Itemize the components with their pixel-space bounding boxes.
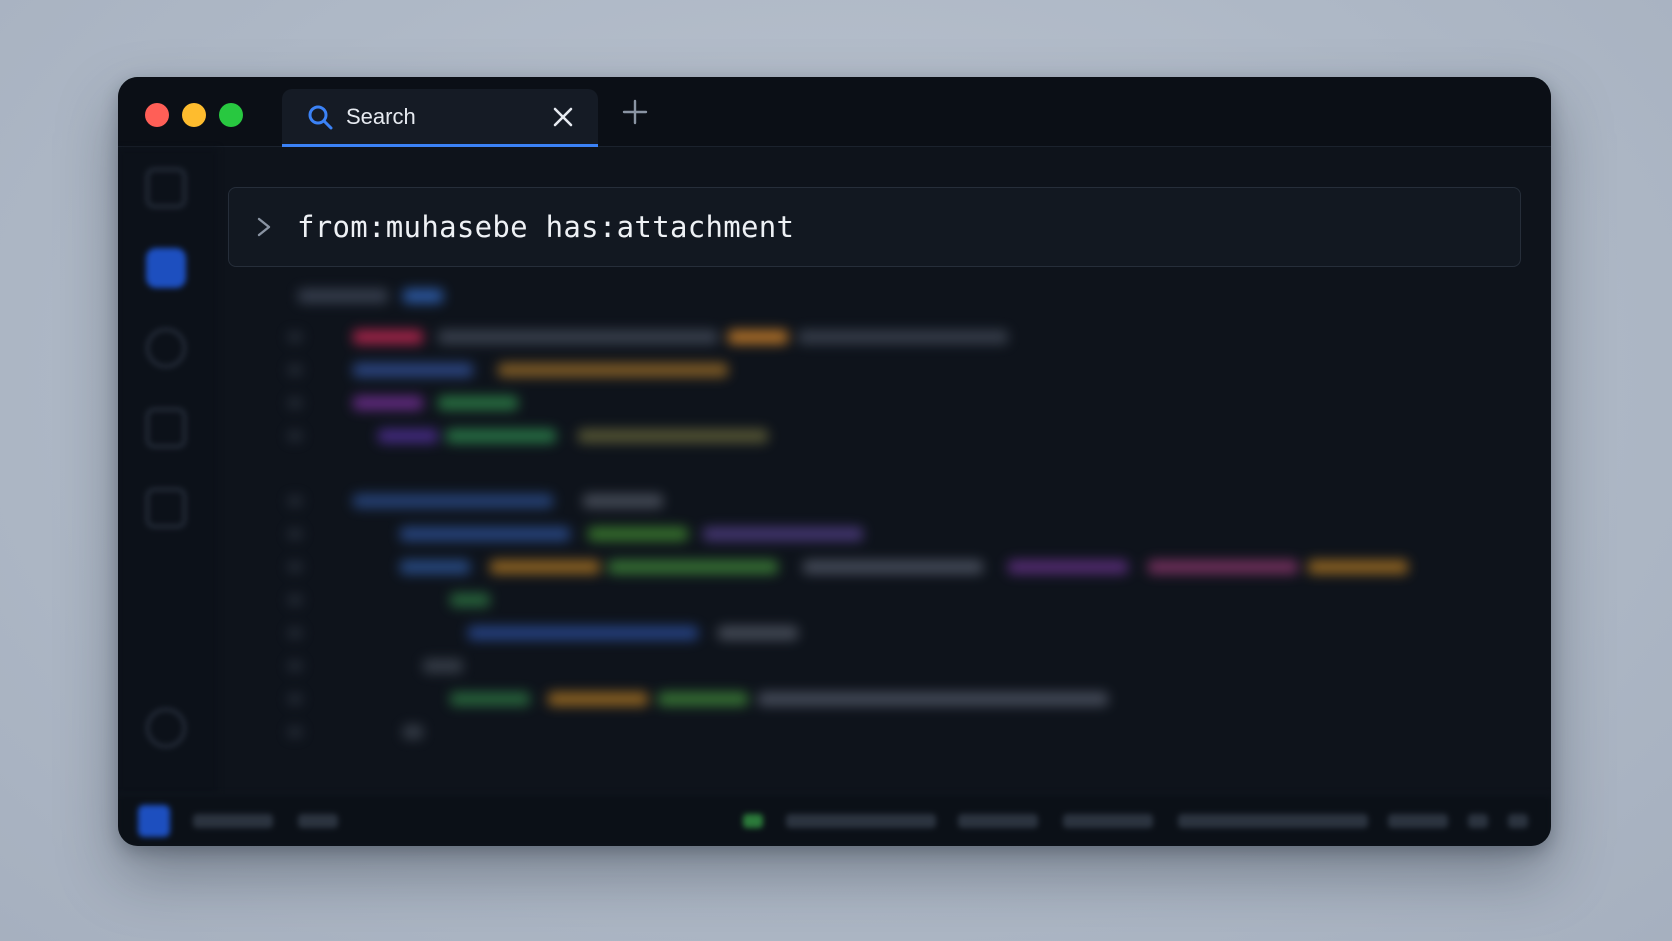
code-line bbox=[718, 626, 798, 640]
code-line bbox=[353, 396, 423, 410]
status-item[interactable] bbox=[1508, 814, 1528, 828]
command-input[interactable]: from:muhasebe has:attachment bbox=[297, 210, 794, 244]
code-line bbox=[353, 363, 473, 377]
close-tab-icon[interactable] bbox=[552, 106, 574, 128]
editor-breadcrumb bbox=[298, 289, 388, 303]
tab-label: Search bbox=[346, 103, 416, 129]
code-line bbox=[498, 363, 728, 377]
status-item[interactable] bbox=[193, 814, 273, 828]
line-number bbox=[288, 727, 302, 737]
line-number bbox=[288, 562, 302, 572]
status-item[interactable] bbox=[786, 814, 936, 828]
line-number bbox=[288, 398, 302, 408]
code-line bbox=[378, 429, 438, 443]
tab-search[interactable]: Search bbox=[282, 89, 598, 147]
title-bar: Search bbox=[118, 77, 1551, 147]
code-line bbox=[446, 429, 556, 443]
code-line bbox=[588, 527, 688, 541]
line-number bbox=[288, 595, 302, 605]
files-icon[interactable] bbox=[146, 168, 186, 208]
line-number bbox=[288, 694, 302, 704]
status-item[interactable] bbox=[743, 814, 763, 828]
status-item[interactable] bbox=[958, 814, 1038, 828]
line-number bbox=[288, 628, 302, 638]
code-line bbox=[548, 692, 648, 706]
maximize-window-button[interactable] bbox=[219, 103, 243, 127]
code-line bbox=[728, 330, 788, 344]
code-line bbox=[703, 527, 863, 541]
line-number bbox=[288, 529, 302, 539]
status-item[interactable] bbox=[298, 814, 338, 828]
code-line bbox=[583, 494, 663, 508]
line-number bbox=[288, 661, 302, 671]
code-line bbox=[403, 725, 423, 739]
line-number bbox=[288, 431, 302, 441]
search-sidebar-icon[interactable] bbox=[146, 248, 186, 288]
new-tab-icon[interactable] bbox=[622, 99, 648, 125]
close-window-button[interactable] bbox=[145, 103, 169, 127]
code-line bbox=[423, 659, 463, 673]
code-editor-blurred bbox=[228, 287, 1528, 787]
status-item[interactable] bbox=[1468, 814, 1488, 828]
line-number bbox=[288, 332, 302, 342]
line-number bbox=[288, 496, 302, 506]
code-line bbox=[400, 527, 570, 541]
source-control-icon[interactable] bbox=[146, 328, 186, 368]
code-line bbox=[438, 396, 518, 410]
status-item[interactable] bbox=[1388, 814, 1448, 828]
code-line bbox=[450, 692, 530, 706]
code-line bbox=[578, 429, 768, 443]
code-line bbox=[798, 330, 1008, 344]
code-line bbox=[353, 330, 423, 344]
code-line bbox=[658, 692, 748, 706]
code-line bbox=[468, 626, 698, 640]
code-line bbox=[758, 692, 1108, 706]
code-line bbox=[490, 560, 600, 574]
command-palette[interactable]: from:muhasebe has:attachment bbox=[228, 187, 1521, 267]
code-line bbox=[1308, 560, 1408, 574]
status-bar bbox=[118, 794, 1551, 846]
code-line bbox=[400, 560, 470, 574]
editor-breadcrumb bbox=[403, 289, 443, 303]
run-debug-icon[interactable] bbox=[146, 408, 186, 448]
search-icon bbox=[308, 105, 333, 129]
activity-sidebar bbox=[118, 148, 218, 794]
code-line bbox=[1008, 560, 1128, 574]
remote-indicator[interactable] bbox=[138, 805, 170, 837]
code-line bbox=[803, 560, 983, 574]
code-line bbox=[438, 330, 718, 344]
chevron-right-icon bbox=[257, 217, 271, 237]
line-number bbox=[288, 365, 302, 375]
minimize-window-button[interactable] bbox=[182, 103, 206, 127]
code-line bbox=[353, 494, 553, 508]
status-item[interactable] bbox=[1178, 814, 1368, 828]
code-line bbox=[450, 593, 490, 607]
code-line bbox=[1148, 560, 1298, 574]
status-item[interactable] bbox=[1063, 814, 1153, 828]
app-window: Search from:muhasebe has:attachment bbox=[118, 77, 1551, 846]
account-icon[interactable] bbox=[146, 708, 186, 748]
extensions-icon[interactable] bbox=[146, 488, 186, 528]
code-line bbox=[608, 560, 778, 574]
